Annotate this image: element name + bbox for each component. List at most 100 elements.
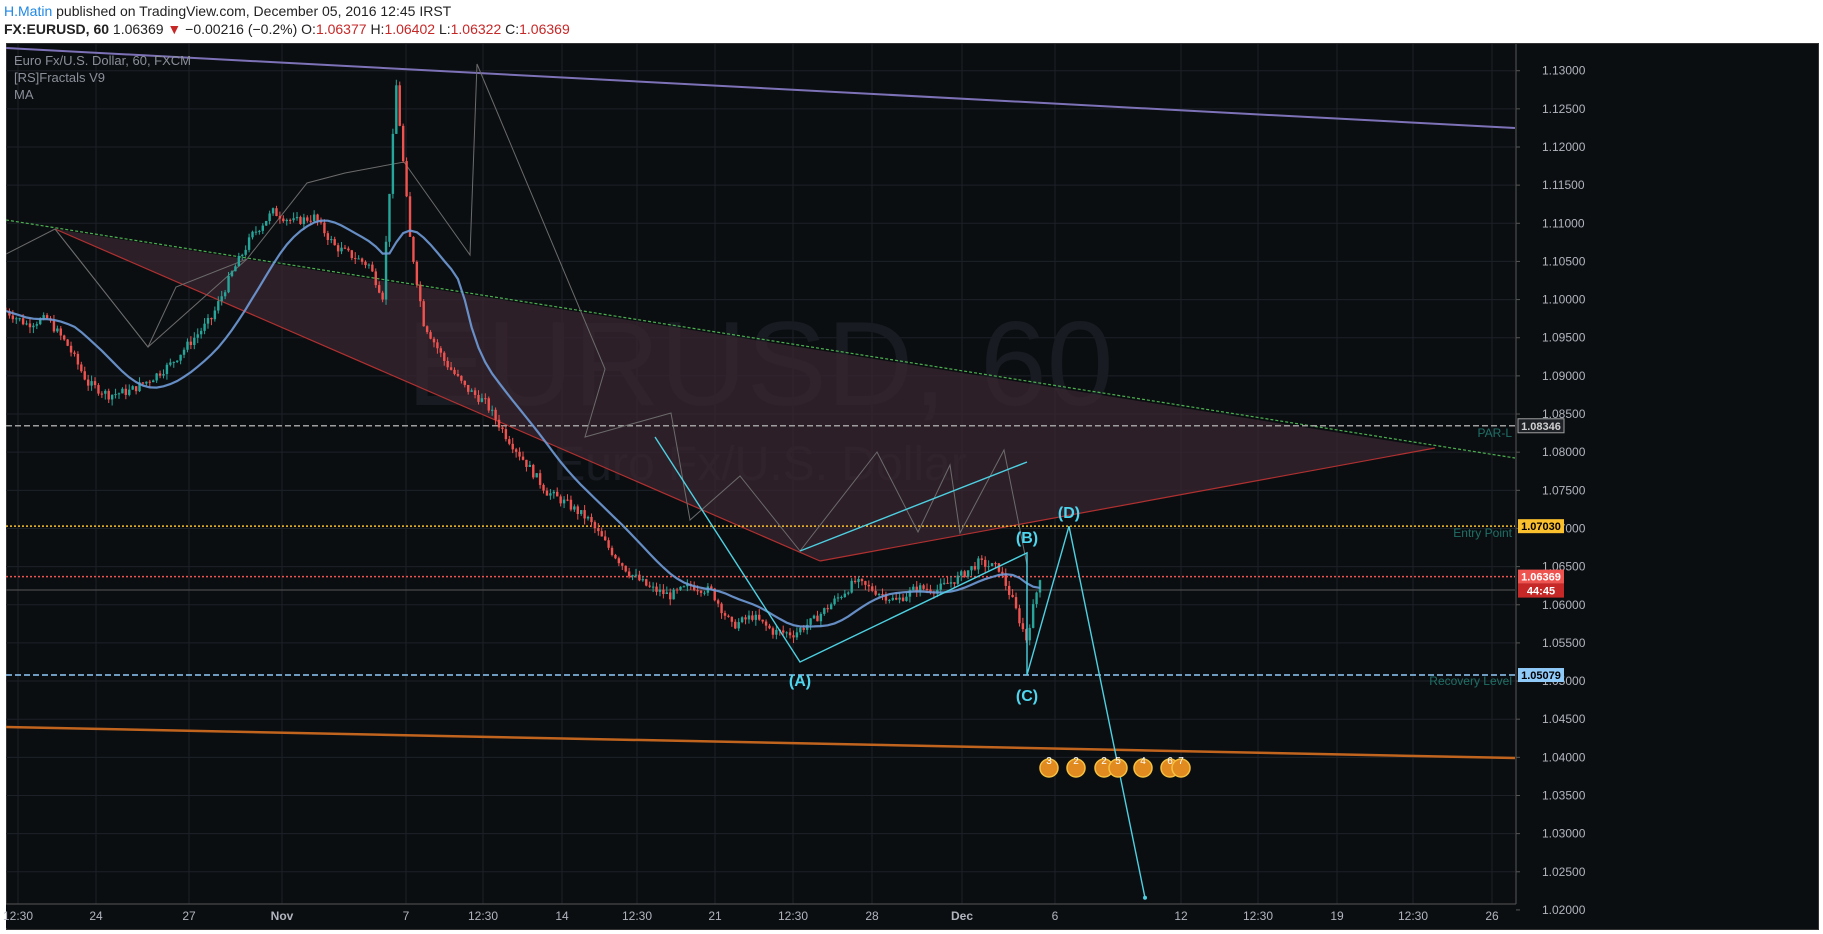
candle-body xyxy=(590,516,593,523)
candle-body xyxy=(894,597,898,600)
legend-indicator-fractals[interactable]: [RS]Fractals V9 xyxy=(14,69,191,86)
candle-body xyxy=(576,506,579,514)
candle-body xyxy=(641,579,645,581)
price-level-label: PAR-L xyxy=(1478,426,1513,440)
candle-body xyxy=(145,381,148,384)
candle-body xyxy=(573,506,576,510)
long-term-resistance-line xyxy=(6,47,1515,129)
candle-body xyxy=(840,597,843,599)
price-level-tag-label: 1.06369 xyxy=(1521,572,1561,584)
candle-body xyxy=(679,586,682,590)
price-level-tag-label: 1.08346 xyxy=(1521,421,1561,433)
candle-body xyxy=(847,592,850,594)
candle-body xyxy=(532,464,535,478)
time-tick-label: 26 xyxy=(1485,909,1499,923)
candle-body xyxy=(963,571,966,577)
candle-body xyxy=(826,608,829,610)
candle-body xyxy=(223,292,227,297)
candle-body xyxy=(942,582,946,584)
candle-body xyxy=(425,326,429,333)
pattern-point-label: (A) xyxy=(789,673,811,690)
candle-body xyxy=(655,586,658,592)
candle-body xyxy=(63,335,66,340)
candle-body xyxy=(179,354,182,361)
candle-body xyxy=(744,617,747,620)
time-tick-label: 12:30 xyxy=(1398,909,1428,923)
candle-body xyxy=(114,394,117,396)
time-tick-label: 7 xyxy=(403,909,410,923)
candle-body xyxy=(747,615,751,620)
candle-body xyxy=(497,419,501,428)
countdown-label: 44:45 xyxy=(1527,586,1555,598)
candle-body xyxy=(268,213,271,222)
candle-body xyxy=(467,384,470,392)
candle-body xyxy=(504,429,508,440)
candle-body xyxy=(727,615,730,617)
candle-body xyxy=(627,571,631,577)
time-tick-label: 27 xyxy=(182,909,196,923)
candle-body xyxy=(631,575,634,577)
candle-body xyxy=(148,381,152,383)
price-tick-label: 1.11000 xyxy=(1542,216,1585,230)
candle-body xyxy=(128,389,131,395)
candle-body xyxy=(586,516,590,519)
candle-body xyxy=(905,596,908,601)
candle-body xyxy=(549,493,552,496)
candle-body xyxy=(610,547,614,555)
price-chart[interactable]: EURUSD, 60Euro Fx/U.S. DollarPAR-LEntry … xyxy=(0,0,1823,934)
candle-body xyxy=(439,348,443,353)
plot-group: EURUSD, 60Euro Fx/U.S. DollarPAR-LEntry … xyxy=(6,44,1515,904)
candle-body xyxy=(987,566,990,568)
candle-body xyxy=(446,360,449,368)
price-tick-label: 1.03500 xyxy=(1542,788,1586,802)
price-tick-label: 1.03000 xyxy=(1542,827,1586,841)
candle-body xyxy=(306,217,309,221)
candle-body xyxy=(764,621,768,626)
price-tick-label: 1.04000 xyxy=(1542,750,1586,764)
pattern-point-label: (D) xyxy=(1058,505,1080,522)
time-tick-label: 12:30 xyxy=(622,909,652,923)
candle-body xyxy=(617,558,621,564)
candle-body xyxy=(614,554,617,559)
candle-body xyxy=(25,323,28,325)
candle-body xyxy=(946,582,949,584)
candle-body xyxy=(470,390,473,392)
candle-body xyxy=(761,619,764,622)
candle-body xyxy=(18,318,21,320)
legend-series[interactable]: Euro Fx/U.S. Dollar, 60, FXCM xyxy=(14,52,191,69)
candle-body xyxy=(795,632,799,638)
candle-body xyxy=(480,398,484,402)
candle-body xyxy=(853,580,857,583)
candle-body xyxy=(134,386,138,392)
candle-body xyxy=(312,214,316,222)
candle-body xyxy=(898,597,901,600)
candle-body xyxy=(1035,592,1038,605)
candle-body xyxy=(415,261,419,285)
candle-body xyxy=(1038,580,1042,593)
event-icon-count: 5 xyxy=(1115,756,1121,767)
candle-body xyxy=(237,255,241,267)
candle-body xyxy=(477,394,480,402)
candle-body xyxy=(1021,623,1025,630)
candle-body xyxy=(302,217,306,225)
candle-body xyxy=(658,589,662,592)
candle-body xyxy=(282,218,285,222)
candle-body xyxy=(388,193,391,242)
candle-body xyxy=(740,617,744,623)
candle-body xyxy=(11,315,15,320)
candle-body xyxy=(66,339,69,346)
time-tick-label: 6 xyxy=(1052,909,1059,923)
candle-body xyxy=(980,558,983,560)
candle-body xyxy=(347,248,350,251)
candle-body xyxy=(456,374,460,376)
candle-body xyxy=(716,600,720,604)
candle-body xyxy=(562,499,566,504)
candle-body xyxy=(395,85,398,134)
time-tick-label: 12 xyxy=(1174,909,1188,923)
legend-indicator-ma[interactable]: MA xyxy=(14,86,191,103)
candle-body xyxy=(566,499,569,501)
candle-body xyxy=(107,390,110,400)
candle-body xyxy=(244,249,247,255)
candle-body xyxy=(737,622,740,629)
price-tick-label: 1.02000 xyxy=(1542,903,1586,917)
